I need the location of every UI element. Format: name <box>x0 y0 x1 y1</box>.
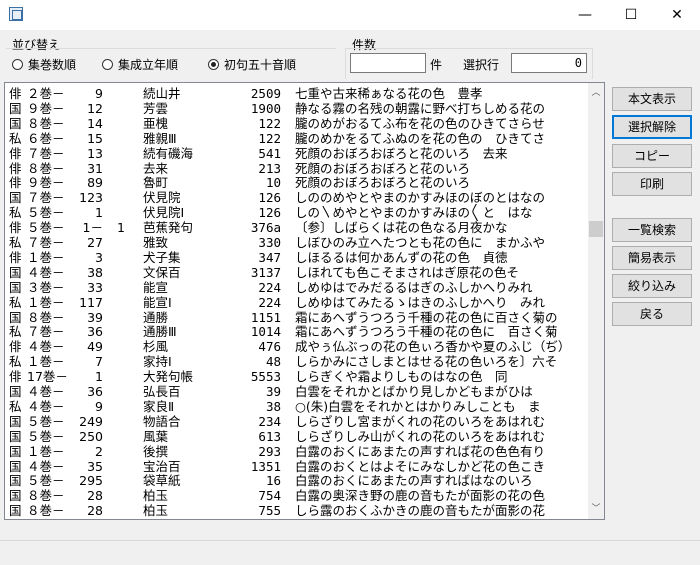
title-bar: — ☐ ✕ <box>0 0 700 30</box>
row-text: しら露のおくふかきの鹿の音もたが面影の花 <box>295 503 546 519</box>
row-count: 755 <box>258 503 281 519</box>
app-icon <box>9 7 23 21</box>
show-text-button[interactable]: 本文表示 <box>612 87 692 111</box>
count-field[interactable] <box>350 53 426 73</box>
row-type: 国 <box>9 503 22 519</box>
row-source: 柏玉 <box>143 503 169 519</box>
radio-indicator <box>102 59 113 70</box>
count-unit: 件 <box>430 58 443 72</box>
scroll-thumb[interactable] <box>589 221 603 237</box>
minimize-button[interactable]: — <box>562 0 608 30</box>
scroll-up-icon[interactable]: ︿ <box>588 85 604 101</box>
scroll-down-icon[interactable]: ﹀ <box>588 501 604 517</box>
radio-indicator <box>12 59 23 70</box>
list-item[interactable]: 国 ８巻－ 28 柏玉 755 しら露のおくふかきの鹿の音もたが面影の花 <box>5 502 589 519</box>
radio-label: 初句五十音順 <box>224 58 297 72</box>
radio-indicator <box>208 59 219 70</box>
back-button[interactable]: 戻る <box>612 302 692 326</box>
print-button[interactable]: 印刷 <box>612 172 692 196</box>
sort-radio-kana[interactable]: 初句五十音順 <box>208 56 296 73</box>
status-bar <box>0 540 700 565</box>
results-list[interactable]: 俳 ２巻－ 9 続山井 2509 七重や古来稀ぁなる花の色 豊孝国 ９巻－ 12 芳雲 1900 静… <box>4 82 605 520</box>
copy-button[interactable]: コピー <box>612 144 692 168</box>
sort-radio-volume[interactable]: 集巻数順 <box>12 56 76 73</box>
simple-view-button[interactable]: 簡易表示 <box>612 246 692 270</box>
selected-row-label: 選択行 <box>463 58 500 72</box>
sort-radio-year[interactable]: 集成立年順 <box>102 56 178 73</box>
radio-label: 集成立年順 <box>118 58 179 72</box>
radio-label: 集巻数順 <box>28 58 77 72</box>
list-search-button[interactable]: 一覧検索 <box>612 218 692 242</box>
filter-button[interactable]: 絞り込み <box>612 274 692 298</box>
clear-selection-button[interactable]: 選択解除 <box>612 115 692 139</box>
row-number: 28 <box>87 503 103 519</box>
selected-row-field[interactable]: 0 <box>511 53 587 73</box>
row-volume: ８巻－ <box>27 503 65 519</box>
maximize-button[interactable]: ☐ <box>608 0 654 30</box>
vertical-scrollbar[interactable]: ︿ ﹀ <box>588 83 604 519</box>
close-button[interactable]: ✕ <box>654 0 700 30</box>
